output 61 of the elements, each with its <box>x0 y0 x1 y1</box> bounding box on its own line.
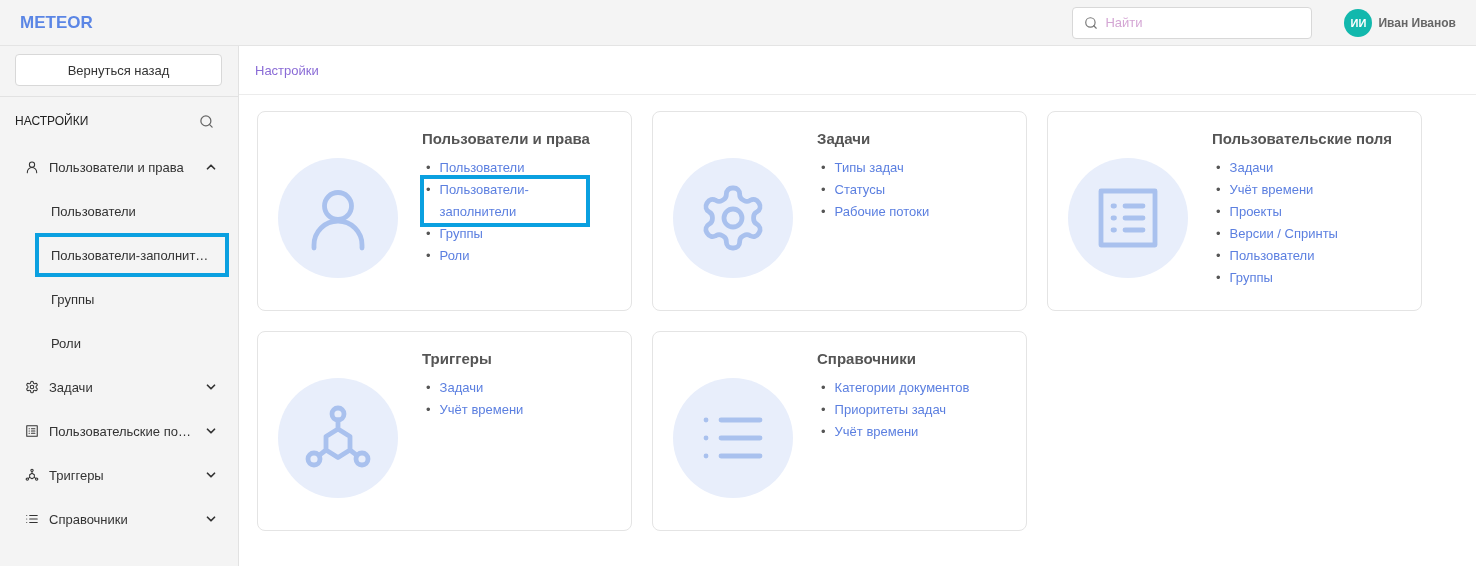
sidebar-subitem[interactable]: Пользователи <box>35 189 229 233</box>
sidebar-item[interactable]: Пользовательские по… <box>0 409 238 453</box>
sidebar-item[interactable]: Триггеры <box>0 453 238 497</box>
bullet: • <box>1216 181 1221 199</box>
card-link[interactable]: Учёт времени <box>1229 179 1314 201</box>
bullet: • <box>426 247 431 265</box>
bullet: • <box>426 401 431 419</box>
card-link[interactable]: Рабочие потоки <box>834 201 930 223</box>
card-title: Пользовательские поля <box>1212 130 1393 147</box>
user-avatar[interactable]: ИИ <box>1344 8 1373 37</box>
bullet: • <box>821 159 826 177</box>
bullet: • <box>821 423 826 441</box>
bullet: • <box>1216 225 1221 243</box>
sidebar-subitem[interactable]: Пользователи-заполнит… <box>35 233 229 277</box>
form-icon <box>25 424 39 438</box>
bullet: • <box>1216 247 1221 265</box>
bullet: • <box>821 401 826 419</box>
card-link[interactable]: Типы задач <box>834 157 904 179</box>
card-link[interactable]: Группы <box>1229 267 1273 289</box>
bullet: • <box>821 203 826 221</box>
card-link[interactable]: Задачи <box>439 377 484 399</box>
breadcrumb-link[interactable]: Настройки <box>255 62 319 78</box>
card-link[interactable]: Задачи <box>1229 157 1274 179</box>
card-link[interactable]: Проекты <box>1229 201 1282 223</box>
bullet: • <box>426 379 431 397</box>
card-title: Справочники <box>817 350 917 367</box>
card-title: Триггеры <box>422 350 493 367</box>
sidebar-subitem[interactable]: Группы <box>35 277 229 321</box>
search-icon <box>1084 15 1099 30</box>
card-link[interactable]: Версии / Спринты <box>1229 223 1338 245</box>
sidebar-item[interactable]: Задачи <box>0 365 238 409</box>
bullet: • <box>1216 159 1221 177</box>
search-field[interactable]: Найти <box>1072 6 1313 39</box>
user-icon <box>25 160 39 174</box>
bullet: • <box>426 159 431 177</box>
card-link[interactable]: Учёт времени <box>834 421 919 443</box>
bullet: • <box>1216 269 1221 287</box>
sidebar-subitem[interactable]: Роли <box>35 321 229 365</box>
bullet: • <box>821 181 826 199</box>
sidebar-item[interactable]: Пользователи и права <box>0 145 238 189</box>
card-title: Пользователи и права <box>422 130 590 147</box>
card-title: Задачи <box>817 130 872 147</box>
card-link[interactable]: Статусы <box>834 179 885 201</box>
bullet: • <box>426 225 431 243</box>
bullet: • <box>426 181 431 199</box>
bullet: • <box>1216 203 1221 221</box>
gear-icon <box>25 380 39 394</box>
card-link[interactable]: Роли <box>439 245 470 267</box>
bullet: • <box>821 379 826 397</box>
list-icon <box>25 512 39 526</box>
search-icon[interactable] <box>199 113 214 129</box>
sidebar-item[interactable]: Справочники <box>0 497 238 541</box>
card-link[interactable]: Категории документов <box>834 377 970 399</box>
sidebar-title: НАСТРОЙКИ <box>15 114 89 128</box>
card-link[interactable]: Учёт времени <box>439 399 524 421</box>
card-link[interactable]: Пользователи <box>1229 245 1315 267</box>
card-link[interactable]: Приоритеты задач <box>834 399 947 421</box>
back-button[interactable]: Вернуться назад <box>15 54 222 86</box>
user-name[interactable]: Иван Иванов <box>1378 15 1456 30</box>
app-logo[interactable]: METEOR <box>20 12 93 33</box>
trigger-icon <box>25 468 39 482</box>
